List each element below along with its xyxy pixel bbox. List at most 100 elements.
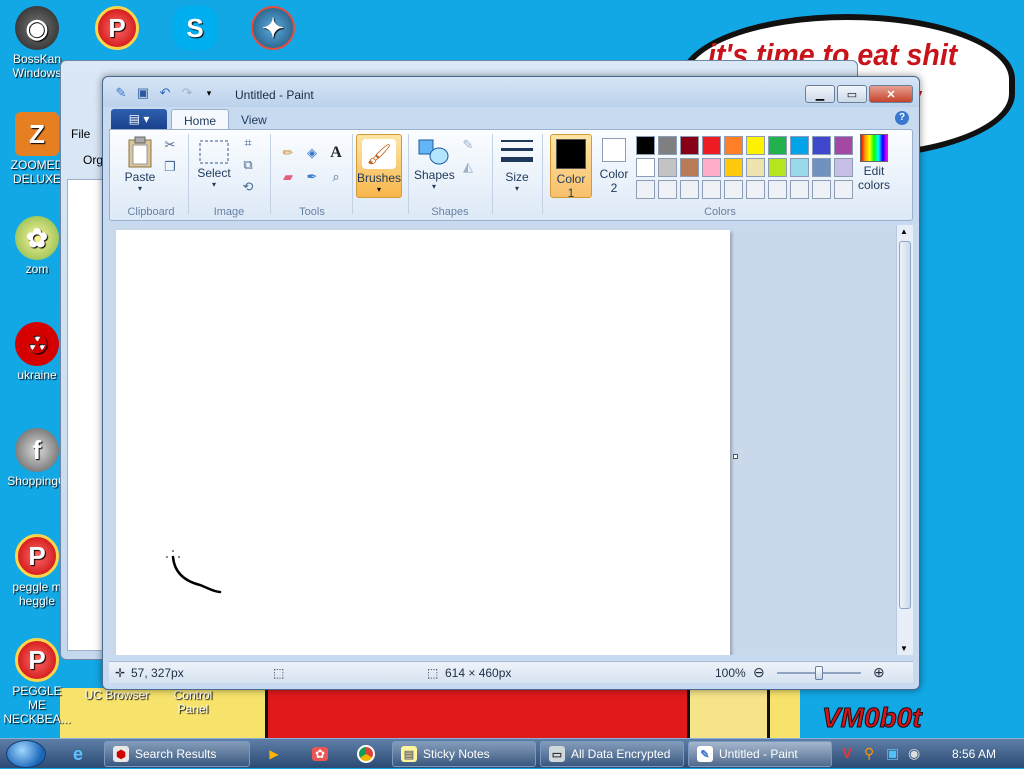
color-swatch[interactable] [636,136,655,155]
color-swatch[interactable] [768,136,787,155]
color2-button[interactable]: Color 2 [594,134,634,195]
color-swatch[interactable] [768,158,787,177]
text-icon[interactable]: A [326,144,346,162]
explorer-organize-button[interactable]: Org [83,153,103,167]
select-rectangle-icon [194,140,234,164]
custom-color-slot[interactable] [768,180,787,199]
magnifier-icon[interactable]: ⌕ [326,168,346,186]
brushes-button[interactable]: 🖌 Brushes ▾ [356,134,402,198]
tab-view[interactable]: View [229,109,279,129]
eraser-icon[interactable]: ▰ [278,168,298,186]
color-swatch[interactable] [812,158,831,177]
canvas-resize-handle[interactable] [733,454,738,459]
save-icon[interactable]: ▣ [135,85,151,101]
custom-color-slot[interactable] [658,180,677,199]
sticky-notes-icon: ▤ [401,746,417,762]
clock[interactable]: 8:56 AM [952,747,996,761]
color-swatch[interactable] [658,136,677,155]
custom-color-slot[interactable] [636,180,655,199]
rotate-icon[interactable]: ⟲ [238,178,258,196]
color-swatch[interactable] [658,158,677,177]
zoom-slider-thumb[interactable] [815,666,823,680]
color-swatch[interactable] [834,136,853,155]
paste-button[interactable]: Paste ▾ [116,136,164,193]
speaker-icon[interactable]: ◉ [908,745,920,762]
close-button[interactable]: ✕ [869,85,913,103]
ribbon: Paste ▾ ✂ ❐ Clipboard Select ▾ ⌗ ⧉ ⟲ Ima… [109,129,913,221]
color-swatch[interactable] [746,136,765,155]
taskbar-media-player[interactable]: ▶ [256,742,292,766]
color-swatch[interactable] [680,136,699,155]
monitor-icon[interactable]: ▣ [886,745,899,762]
cut-icon[interactable]: ✂ [160,136,180,154]
custom-color-slot[interactable] [812,180,831,199]
globe-icon: ✦ [251,6,295,50]
redo-icon[interactable]: ↷ [179,85,195,101]
fill-shape-icon[interactable]: ◭ [458,158,478,176]
desktop-icon-peggle-top[interactable]: P [82,6,152,52]
copy-icon[interactable]: ❐ [160,158,180,176]
resize-icon[interactable]: ⧉ [238,156,258,174]
taskbar-item-paint[interactable]: ✎ Untitled - Paint [688,741,832,767]
paint-menu-button[interactable]: ▤ ▾ [111,109,167,129]
custom-color-slot[interactable] [834,180,853,199]
explorer-file-menu[interactable]: File [71,127,90,141]
taskbar-item-search-results[interactable]: ⬢ Search Results [104,741,250,767]
scroll-up-icon[interactable]: ▲ [900,227,908,236]
desktop-icon-uc-browser[interactable]: UC Browser [82,688,152,702]
color-swatch[interactable] [680,158,699,177]
taskbar-item-all-data-encrypted[interactable]: ▭ All Data Encrypted [540,741,684,767]
custom-color-slot[interactable] [724,180,743,199]
title-bar[interactable]: ✎ ▣ ↶ ↷ ▾ Untitled - Paint ▁ ▭ ✕ [103,77,919,107]
help-icon[interactable]: ? [895,111,909,125]
minimize-button[interactable]: ▁ [805,85,835,103]
color-swatch[interactable] [724,158,743,177]
system-tray: V ⚲ ▣ ◉ 8:56 AM [834,739,1024,769]
color-swatch[interactable] [702,136,721,155]
undo-icon[interactable]: ↶ [157,85,173,101]
zoom-icon: Z [15,112,59,156]
color-swatch[interactable] [702,158,721,177]
color-swatch[interactable] [746,158,765,177]
antivirus-icon[interactable]: V [842,745,852,762]
select-button[interactable]: Select ▾ [194,140,234,189]
color-swatch[interactable] [724,136,743,155]
vertical-scrollbar[interactable]: ▲ ▼ [896,225,913,655]
color-swatch[interactable] [812,136,831,155]
outline-icon[interactable]: ✎ [458,136,478,154]
zoom-in-icon[interactable]: ⊕ [873,664,885,681]
desktop-icon-control-panel[interactable]: Control Panel [158,688,228,716]
start-button[interactable] [6,740,46,768]
scrollbar-thumb[interactable] [899,241,911,609]
fill-icon[interactable]: ◈ [302,144,322,162]
color-swatch[interactable] [790,158,809,177]
scroll-down-icon[interactable]: ▼ [900,644,908,653]
color-picker-icon[interactable]: ✒ [302,168,322,186]
taskbar-ie[interactable]: e [60,742,96,766]
custom-color-slot[interactable] [790,180,809,199]
size-button[interactable]: Size ▾ [498,138,536,193]
customize-qat-icon[interactable]: ▾ [201,85,217,101]
drawing-canvas[interactable] [116,230,730,655]
desktop-icon-globe[interactable]: ✦ [238,6,308,52]
desktop-icon-skype[interactable]: S [160,6,230,52]
crop-icon[interactable]: ⌗ [238,134,258,152]
pencil-icon[interactable]: ✏ [278,144,298,162]
skype-icon: S [173,6,217,50]
edit-colors-button[interactable]: Edit colors [854,134,894,192]
taskbar-chrome[interactable] [348,742,384,766]
color-swatch[interactable] [834,158,853,177]
tab-home[interactable]: Home [171,109,230,129]
shapes-button[interactable]: Shapes ▾ [414,136,455,191]
search-icon[interactable]: ⚲ [864,745,874,762]
taskbar-item-sticky-notes[interactable]: ▤ Sticky Notes [392,741,536,767]
taskbar-app[interactable]: ✿ [302,742,338,766]
custom-color-slot[interactable] [702,180,721,199]
color1-button[interactable]: Color 1 [550,134,592,200]
color-swatch[interactable] [790,136,809,155]
maximize-button[interactable]: ▭ [837,85,867,103]
color-swatch[interactable] [636,158,655,177]
custom-color-slot[interactable] [680,180,699,199]
custom-color-slot[interactable] [746,180,765,199]
zoom-out-icon[interactable]: ⊖ [753,664,765,681]
